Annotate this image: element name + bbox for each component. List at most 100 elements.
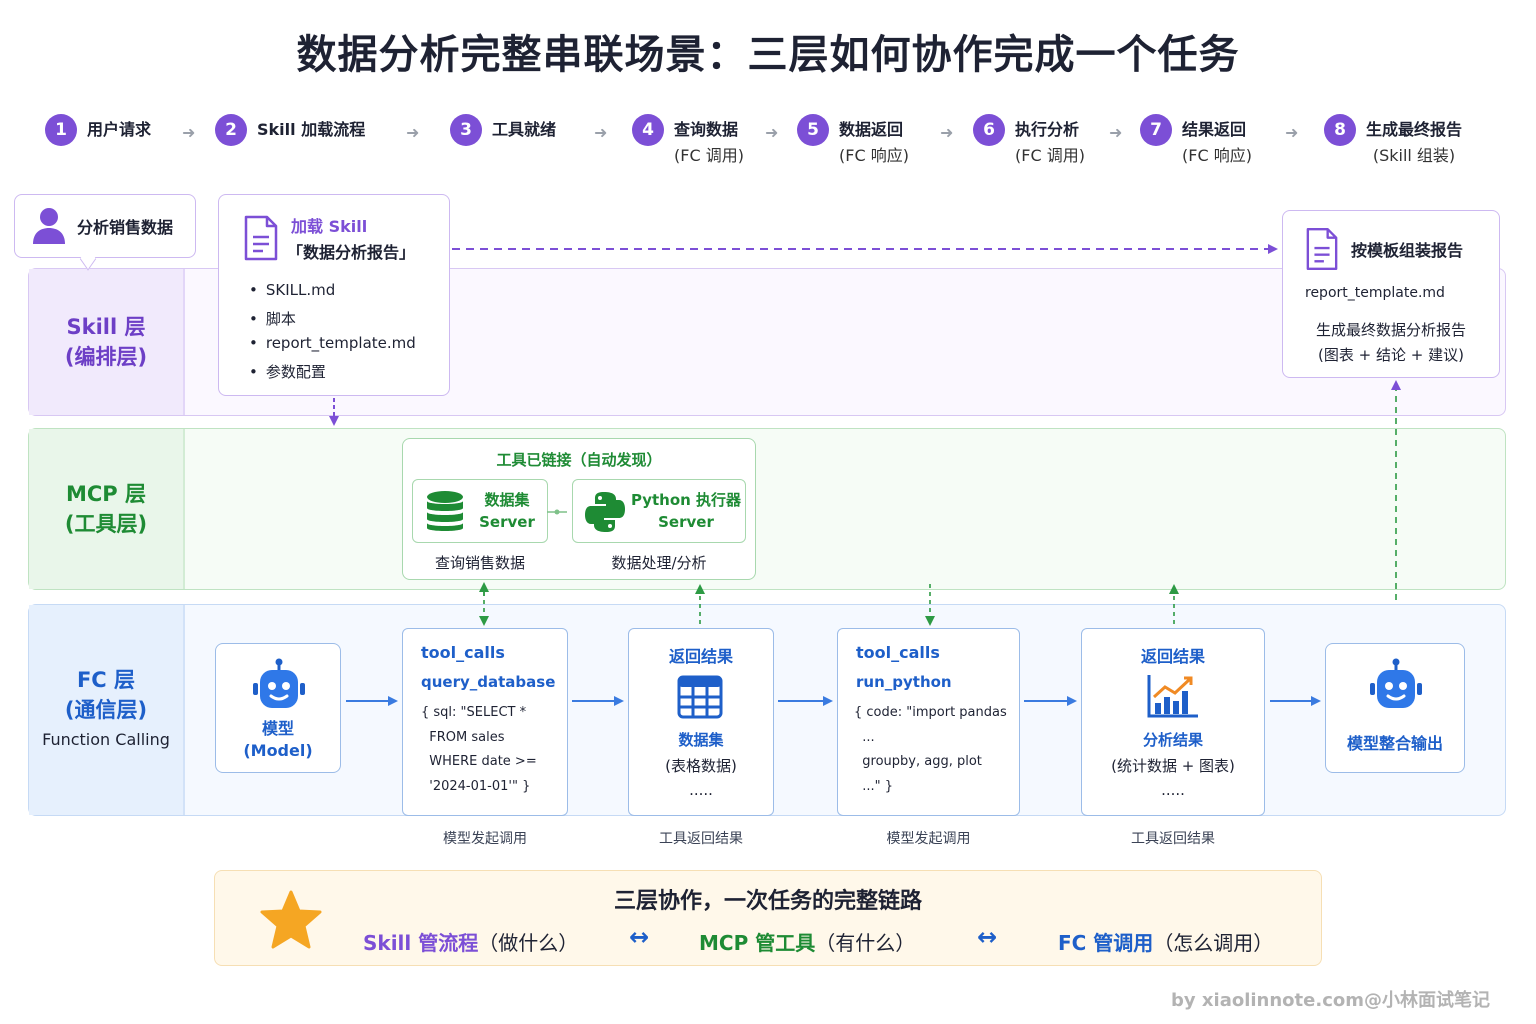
report-contents: (图表 + 结论 + 建议) xyxy=(1318,346,1464,364)
step-caption: 模型发起调用 xyxy=(443,831,527,847)
report-card-heading: 按模板组装报告 xyxy=(1351,241,1464,260)
step-1: 1 用户请求 xyxy=(45,114,151,174)
mcp-tools-box: 工具已链接（自动发现） 数据集 Server Python 执行器 Server… xyxy=(402,438,756,580)
code-line: ... xyxy=(854,729,875,745)
layer-name: MCP 层 xyxy=(65,482,146,506)
code-line: '2024-01-01'" } xyxy=(421,778,531,794)
result-title: 返回结果 xyxy=(1140,647,1205,666)
list-item: SKILL.md xyxy=(249,281,416,308)
report-description: 生成最终数据分析报告 xyxy=(1315,321,1466,339)
step-label: 查询数据 xyxy=(674,120,739,139)
summary-skill: Skill 管流程（做什么） xyxy=(363,927,578,956)
server-type: Server xyxy=(479,513,535,531)
step-4: 4 查询数据 (FC 调用) xyxy=(632,114,744,174)
step-caption: 模型发起调用 xyxy=(886,831,971,847)
database-icon xyxy=(427,491,463,531)
result-dataset-box: 返回结果 数据集 (表格数据) ..... xyxy=(628,628,774,816)
arrow-right-icon: ➜ xyxy=(1285,123,1299,142)
mcp-keyword: MCP 管工具 xyxy=(699,931,816,955)
mcp-layer: MCP 层 (工具层) xyxy=(28,428,1506,590)
arrow-right-icon: ➜ xyxy=(182,123,196,142)
list-item: 参数配置 xyxy=(249,361,416,388)
step-number: 8 xyxy=(1324,114,1356,146)
step-caption: 工具返回结果 xyxy=(1131,831,1215,847)
python-icon xyxy=(585,492,625,532)
arrow-right-icon: ➜ xyxy=(940,123,954,142)
step-label: Skill 加载流程 xyxy=(257,120,366,139)
step-number: 6 xyxy=(973,114,1005,146)
call-arguments: { code: "import pandas ... groupby, agg,… xyxy=(854,701,1007,799)
fc-layer-label: FC 层 (通信层) Function Calling xyxy=(29,605,185,815)
code-line: { code: "import pandas xyxy=(854,705,1007,720)
skill-card-name: 「数据分析报告」 xyxy=(287,243,416,262)
step-8: 8 生成最终报告 (Skill 组装) xyxy=(1324,114,1462,174)
skill-file-list: SKILL.md 脚本 report_template.md 参数配置 xyxy=(249,281,416,387)
arrow-right-icon: ➜ xyxy=(1109,123,1123,142)
python-executor-server: Python 执行器 Server xyxy=(572,479,746,543)
skill-description: （做什么） xyxy=(478,931,579,955)
step-number: 4 xyxy=(632,114,664,146)
step-sublabel: (FC 响应) xyxy=(839,146,909,165)
step-label: 执行分析 xyxy=(1015,120,1080,139)
step-6: 6 执行分析 (FC 调用) xyxy=(973,114,1085,174)
code-line: WHERE date >= xyxy=(421,754,537,769)
step-caption: 工具返回结果 xyxy=(659,831,743,847)
result-sublabel: (表格数据) xyxy=(665,757,737,775)
step-number: 7 xyxy=(1140,114,1172,146)
tool-calls-title: tool_calls xyxy=(856,643,940,662)
report-assemble-card: 按模板组装报告 report_template.md 生成最终数据分析报告 (图… xyxy=(1282,210,1500,378)
code-line: { sql: "SELECT * xyxy=(421,705,527,720)
result-analysis-box: 返回结果 分析结果 (统计数据 + 图表) ..... xyxy=(1081,628,1265,816)
step-3: 3 工具就绪 xyxy=(450,114,556,174)
function-name: run_python xyxy=(856,673,952,691)
step-2: 2 Skill 加载流程 xyxy=(215,114,365,174)
model-sublabel: (Model) xyxy=(243,741,313,760)
summary-banner: 三层协作，一次任务的完整链路 Skill 管流程（做什么） ↔ MCP 管工具（… xyxy=(214,870,1322,966)
server-name: Python 执行器 xyxy=(630,491,742,509)
step-number: 1 xyxy=(45,114,77,146)
arrow-right-icon: ➜ xyxy=(765,123,779,142)
server-name: 数据集 xyxy=(484,491,530,509)
skill-load-card: 加载 Skill 「数据分析报告」 SKILL.md 脚本 report_tem… xyxy=(218,194,450,396)
function-name: query_database xyxy=(421,673,556,691)
list-item: 脚本 xyxy=(249,308,416,335)
server-type: Server xyxy=(658,513,714,531)
arrow-right-icon: ➜ xyxy=(406,123,420,142)
summary-fc: FC 管调用（怎么调用） xyxy=(1058,927,1273,956)
summary-mcp: MCP 管工具（有什么） xyxy=(699,927,915,956)
chart-icon xyxy=(1147,675,1198,718)
mcp-description: （有什么） xyxy=(815,931,916,955)
table-icon xyxy=(677,675,723,719)
user-request-text: 分析销售数据 xyxy=(77,218,174,237)
user-request-bubble: 分析销售数据 xyxy=(14,194,196,271)
tool-call-query-box: tool_calls query_database { sql: "SELECT… xyxy=(402,628,568,816)
step-number: 2 xyxy=(215,114,247,146)
skill-keyword: Skill 管流程 xyxy=(363,931,479,955)
step-sublabel: (FC 调用) xyxy=(1015,146,1085,165)
mcp-layer-label: MCP 层 (工具层) xyxy=(29,429,185,589)
layer-subtitle: Function Calling xyxy=(42,730,170,749)
list-item: report_template.md xyxy=(249,334,416,361)
summary-title: 三层协作，一次任务的完整链路 xyxy=(613,889,922,914)
robot-icon xyxy=(253,658,305,708)
step-5: 5 数据返回 (FC 响应) xyxy=(797,114,909,174)
skill-card-heading: 加载 Skill xyxy=(291,217,368,236)
step-sublabel: (FC 响应) xyxy=(1182,146,1252,165)
step-number: 5 xyxy=(797,114,829,146)
tool-calls-title: tool_calls xyxy=(421,643,505,662)
user-icon xyxy=(33,208,65,244)
step-label: 结果返回 xyxy=(1182,120,1247,139)
skill-layer-label: Skill 层 (编排层) xyxy=(29,269,185,415)
bidirectional-arrow-icon: ↔ xyxy=(629,923,650,951)
model-box: 模型 (Model) xyxy=(215,643,341,773)
tool-call-python-box: tool_calls run_python { code: "import pa… xyxy=(837,628,1020,816)
arrow-right-icon: ➜ xyxy=(594,123,608,142)
mcp-box-title: 工具已链接（自动发现） xyxy=(496,451,662,469)
layer-role: (工具层) xyxy=(64,512,148,536)
author-credit: by xiaolinnote.com@小林面试笔记 xyxy=(1171,990,1490,1011)
code-line: FROM sales xyxy=(421,729,505,745)
server-caption: 数据处理/分析 xyxy=(611,554,707,572)
layer-name: Skill 层 xyxy=(66,315,146,339)
step-number: 3 xyxy=(450,114,482,146)
step-label: 生成最终报告 xyxy=(1366,120,1463,139)
